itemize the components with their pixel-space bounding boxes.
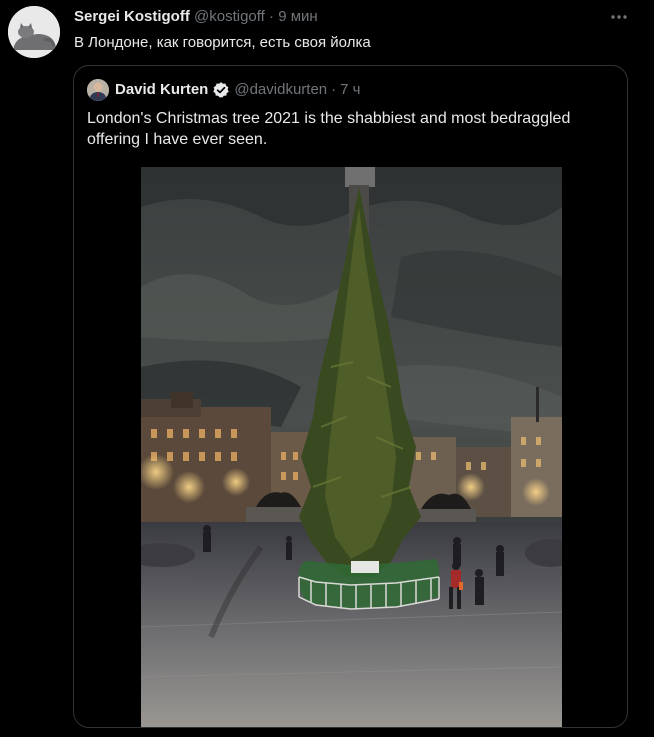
quoted-author-name[interactable]: David Kurten — [115, 81, 208, 99]
quoted-tweet[interactable]: David Kurten @davidkurten · 7 ч London's… — [73, 65, 628, 728]
quoted-tweet-time[interactable]: 7 ч — [340, 81, 360, 99]
tweet[interactable]: Sergei Kostigoff @kostigoff · 9 мин В Ло… — [0, 0, 654, 737]
quoted-author-handle[interactable]: @davidkurten — [234, 81, 327, 99]
author-avatar[interactable] — [8, 6, 60, 58]
quoted-tweet-photo[interactable] — [141, 167, 562, 727]
tweet-time[interactable]: 9 мин — [278, 8, 318, 25]
author-name[interactable]: Sergei Kostigoff — [74, 8, 190, 25]
author-handle[interactable]: @kostigoff — [194, 8, 265, 25]
dot-separator: · — [331, 81, 337, 98]
verified-badge-icon — [212, 81, 230, 99]
more-dots-icon[interactable] — [606, 6, 632, 28]
tweet-text: В Лондоне, как говорится, есть своя йолк… — [74, 34, 371, 51]
dot-separator: · — [269, 8, 275, 25]
quoted-author-avatar[interactable] — [87, 79, 109, 101]
tweet-header: Sergei Kostigoff @kostigoff · 9 мин — [74, 8, 318, 26]
quoted-tweet-text: London's Christmas tree 2021 is the shab… — [87, 110, 571, 148]
quoted-header: David Kurten @davidkurten · 7 ч — [115, 81, 360, 99]
